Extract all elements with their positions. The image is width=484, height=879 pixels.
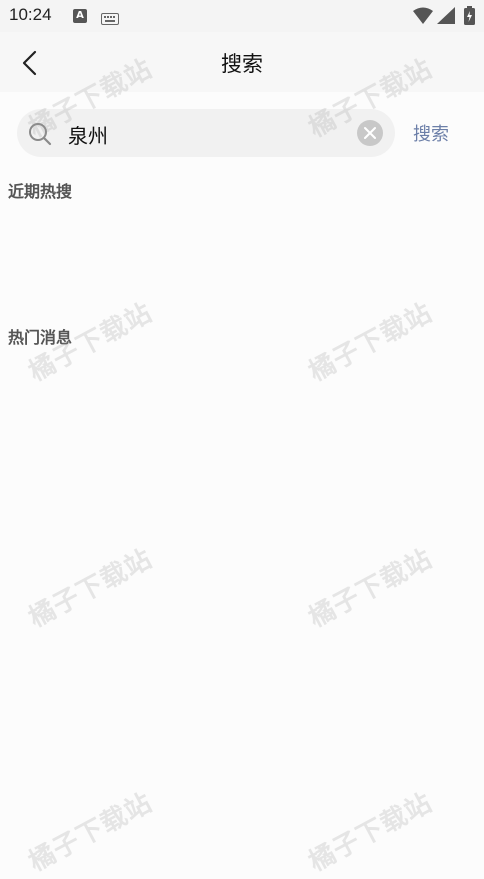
search-input[interactable] (66, 117, 350, 151)
signal-icon (437, 7, 455, 28)
watermark: 橘子下载站 (304, 787, 438, 878)
search-button[interactable]: 搜索 (413, 120, 449, 146)
close-icon (364, 127, 376, 139)
keyboard-icon (101, 10, 119, 29)
status-bar: 10:24 A (0, 0, 484, 32)
battery-icon (464, 6, 475, 29)
status-time: 10:24 (9, 5, 52, 24)
watermark: 橘子下载站 (24, 543, 158, 634)
recent-searches-title: 近期热搜 (8, 182, 73, 201)
watermark: 橘子下载站 (304, 297, 438, 388)
hot-news-title: 热门消息 (8, 328, 73, 347)
watermark: 橘子下载站 (24, 787, 158, 878)
search-box (17, 109, 395, 157)
page-title: 搜索 (221, 52, 263, 76)
wifi-icon (413, 7, 433, 28)
clear-search-button[interactable] (357, 120, 383, 146)
notification-a-icon: A (73, 9, 87, 23)
navigation-bar: 搜索 (0, 32, 484, 92)
search-icon (27, 121, 53, 151)
watermark: 橘子下载站 (304, 543, 438, 634)
